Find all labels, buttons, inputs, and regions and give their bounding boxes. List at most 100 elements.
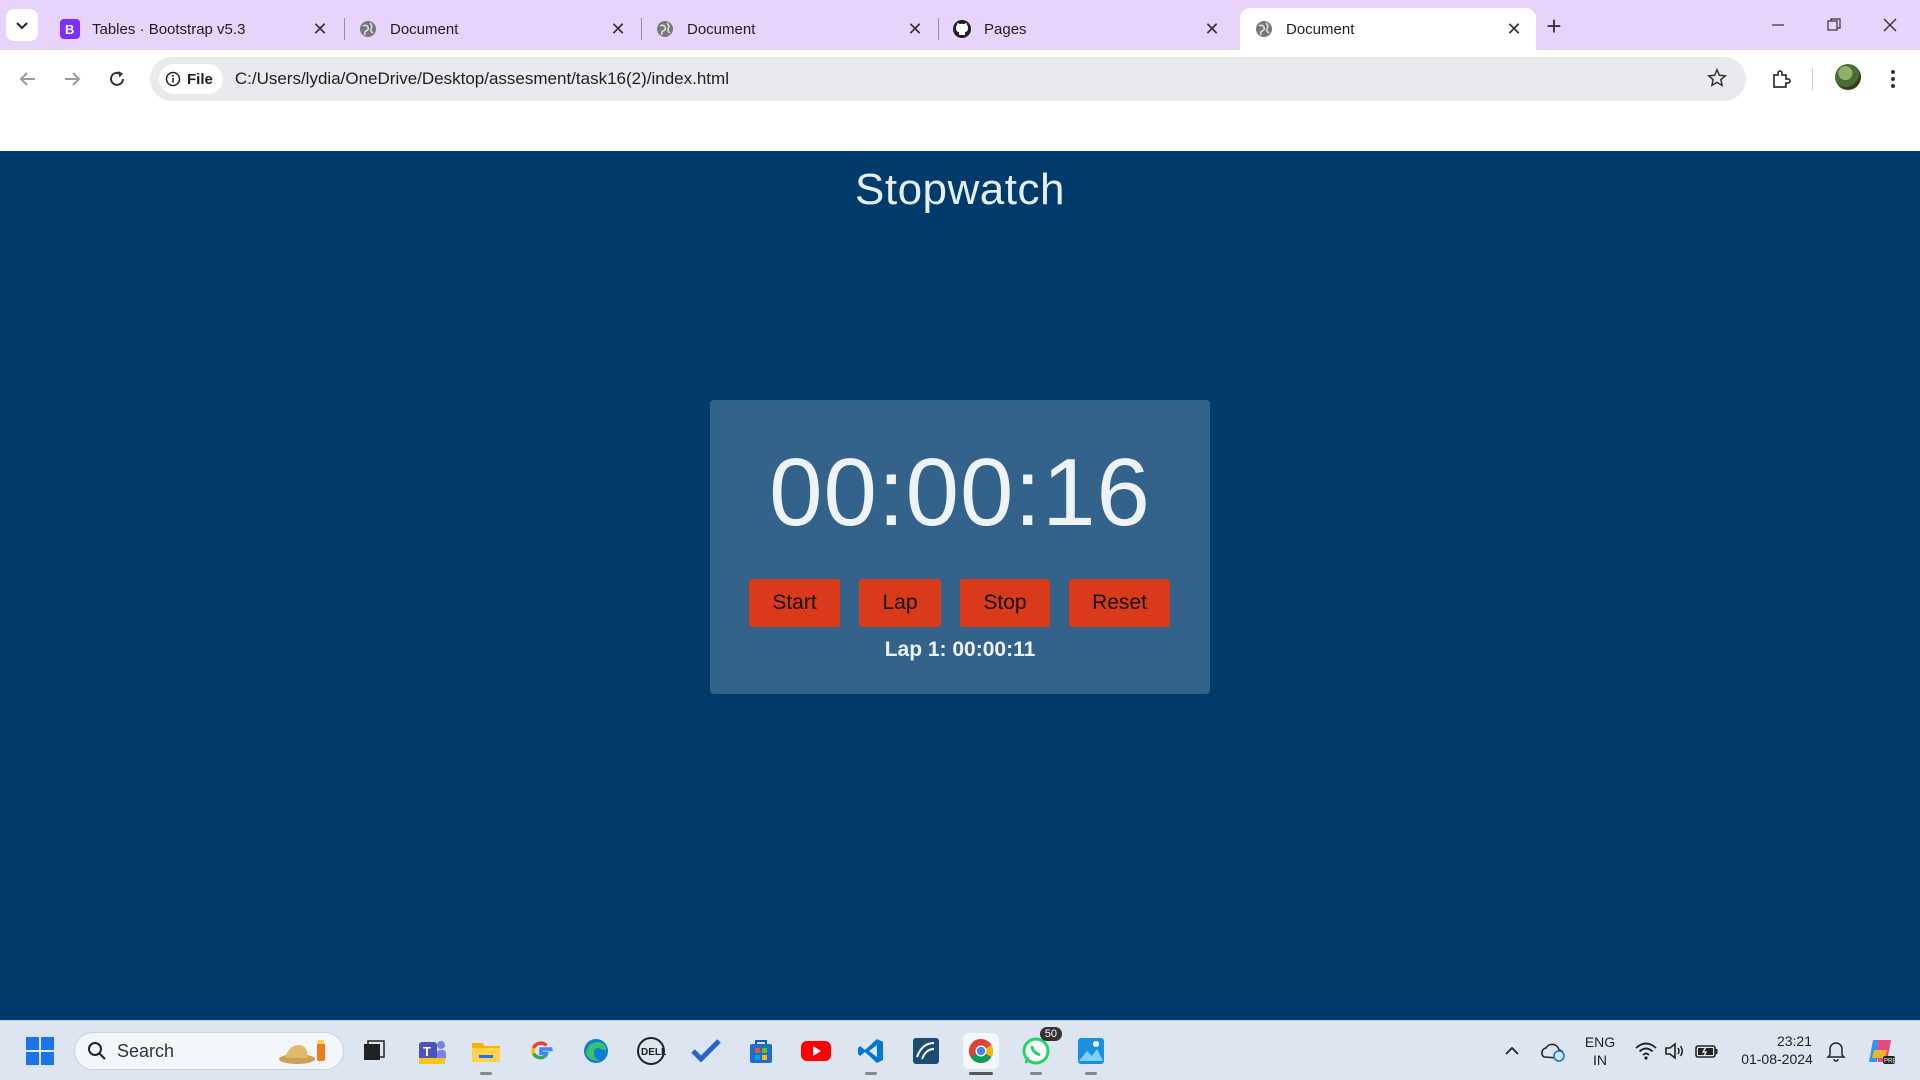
tab-title: Document bbox=[1286, 20, 1355, 38]
google-button[interactable] bbox=[523, 1033, 559, 1069]
checkmark-icon bbox=[691, 1039, 721, 1063]
vscode-button[interactable] bbox=[853, 1033, 889, 1075]
windows-start-button[interactable] bbox=[22, 1033, 58, 1069]
chrome-button[interactable] bbox=[963, 1033, 999, 1075]
tab-bootstrap[interactable]: B Tables · Bootstrap v5.3 ✕ bbox=[46, 8, 342, 50]
globe-icon bbox=[358, 19, 378, 39]
close-tab-icon[interactable]: ✕ bbox=[1202, 19, 1222, 39]
wifi-icon bbox=[1635, 1042, 1657, 1060]
onedrive-sync-icon bbox=[1541, 1043, 1565, 1062]
task-view-button[interactable] bbox=[356, 1033, 392, 1069]
search-placeholder: Search bbox=[117, 1040, 175, 1061]
tab-document-2[interactable]: Document ✕ bbox=[641, 8, 937, 50]
toolbar-divider bbox=[1812, 68, 1813, 90]
tab-document-1[interactable]: Document ✕ bbox=[344, 8, 640, 50]
lap-button[interactable]: Lap bbox=[859, 579, 941, 627]
speaker-icon bbox=[1665, 1042, 1683, 1060]
whatsapp-button[interactable]: 50 bbox=[1018, 1027, 1062, 1075]
show-hidden-icons-button[interactable] bbox=[1494, 1033, 1530, 1069]
new-tab-button[interactable]: + bbox=[1540, 11, 1568, 41]
forward-button[interactable] bbox=[57, 64, 87, 94]
store-button[interactable] bbox=[743, 1033, 779, 1069]
running-indicator bbox=[1030, 1072, 1042, 1075]
close-tab-icon[interactable]: ✕ bbox=[310, 19, 330, 39]
todo-button[interactable] bbox=[688, 1033, 724, 1069]
browser-toolbar: File C:/Users/lydia/OneDrive/Desktop/ass… bbox=[0, 50, 1920, 108]
profile-avatar[interactable] bbox=[1835, 64, 1861, 90]
browser-menu-button[interactable] bbox=[1878, 64, 1908, 94]
windows-logo-icon bbox=[26, 1037, 54, 1065]
mysql-button[interactable] bbox=[908, 1033, 944, 1069]
start-button[interactable]: Start bbox=[749, 579, 840, 627]
teams-button[interactable]: T bbox=[414, 1033, 450, 1069]
clock[interactable]: 23:21 01-08-2024 bbox=[1732, 1032, 1822, 1068]
clock-time: 23:21 bbox=[1776, 1033, 1812, 1049]
back-button[interactable] bbox=[13, 64, 43, 94]
reload-button[interactable] bbox=[102, 64, 132, 94]
close-icon bbox=[1883, 18, 1897, 32]
onedrive-button[interactable] bbox=[1534, 1033, 1570, 1069]
address-bar[interactable]: File C:/Users/lydia/OneDrive/Desktop/ass… bbox=[150, 57, 1746, 101]
teams-icon: T bbox=[419, 1041, 446, 1064]
close-window-button[interactable] bbox=[1862, 8, 1918, 42]
tab-document-active[interactable]: Document ✕ bbox=[1240, 8, 1536, 50]
tab-search-button[interactable] bbox=[6, 9, 38, 41]
more-vertical-icon bbox=[1891, 70, 1895, 88]
globe-icon bbox=[1254, 19, 1274, 39]
clock-date: 01-08-2024 bbox=[1741, 1051, 1813, 1067]
svg-text:B: B bbox=[65, 22, 74, 37]
notifications-button[interactable] bbox=[1818, 1033, 1854, 1069]
weather-hat-icon bbox=[279, 1040, 325, 1064]
chevron-up-icon bbox=[1505, 1046, 1519, 1055]
dell-icon: DELL bbox=[637, 1037, 666, 1065]
google-icon bbox=[531, 1041, 553, 1060]
arrow-right-icon bbox=[65, 72, 81, 86]
mysql-workbench-icon bbox=[913, 1038, 939, 1064]
star-icon bbox=[1706, 67, 1728, 87]
restore-button[interactable] bbox=[1806, 8, 1862, 42]
reset-button[interactable]: Reset bbox=[1069, 579, 1170, 627]
notification-badge: 50 bbox=[1039, 1027, 1062, 1041]
file-explorer-button[interactable] bbox=[468, 1033, 504, 1075]
reload-icon bbox=[110, 71, 124, 86]
stop-button[interactable]: Stop bbox=[960, 579, 1050, 627]
edge-button[interactable] bbox=[578, 1033, 614, 1069]
folder-icon bbox=[472, 1043, 500, 1062]
dell-button[interactable]: DELL bbox=[633, 1033, 669, 1069]
tab-pages[interactable]: Pages ✕ bbox=[938, 8, 1234, 50]
bootstrap-icon: B bbox=[60, 19, 80, 39]
volume-button[interactable] bbox=[1657, 1033, 1693, 1069]
site-info-chip[interactable]: File bbox=[159, 64, 223, 94]
running-indicator bbox=[865, 1072, 877, 1075]
youtube-icon bbox=[801, 1041, 831, 1061]
chrome-icon bbox=[968, 1039, 994, 1064]
globe-icon bbox=[655, 19, 675, 39]
language-indicator[interactable]: ENG IN bbox=[1582, 1033, 1618, 1069]
restore-icon bbox=[1827, 18, 1841, 31]
close-tab-icon[interactable]: ✕ bbox=[608, 19, 628, 39]
minimize-icon bbox=[1772, 24, 1784, 26]
taskbar-search[interactable]: Search bbox=[74, 1032, 344, 1070]
extensions-button[interactable] bbox=[1766, 64, 1796, 94]
minimize-button[interactable] bbox=[1750, 8, 1806, 42]
page-title: Stopwatch bbox=[855, 165, 1065, 214]
tab-title: Tables · Bootstrap v5.3 bbox=[92, 20, 246, 38]
edge-icon bbox=[584, 1039, 608, 1063]
close-tab-icon[interactable]: ✕ bbox=[1504, 19, 1524, 39]
youtube-button[interactable] bbox=[798, 1033, 834, 1069]
github-icon bbox=[952, 19, 972, 39]
vscode-icon bbox=[858, 1039, 883, 1063]
stopwatch-page: Stopwatch 00:00:16 Start Lap Stop Reset … bbox=[0, 151, 1920, 1020]
bookmark-star-button[interactable] bbox=[1706, 67, 1728, 94]
stopwatch-card: 00:00:16 Start Lap Stop Reset Lap 1: 00:… bbox=[710, 400, 1210, 694]
running-indicator bbox=[969, 1072, 993, 1075]
region-code: IN bbox=[1593, 1052, 1607, 1068]
photos-button[interactable] bbox=[1073, 1033, 1109, 1075]
running-indicator bbox=[480, 1072, 492, 1075]
bell-icon bbox=[1826, 1042, 1846, 1062]
close-tab-icon[interactable]: ✕ bbox=[905, 19, 925, 39]
copilot-button[interactable]: PRE bbox=[1862, 1033, 1898, 1069]
url-text[interactable]: C:/Users/lydia/OneDrive/Desktop/assesmen… bbox=[235, 69, 729, 89]
battery-button[interactable] bbox=[1689, 1033, 1725, 1069]
taskbar: Search T DELL 50 ENG IN 23:21 01-08-2024… bbox=[0, 1020, 1920, 1080]
